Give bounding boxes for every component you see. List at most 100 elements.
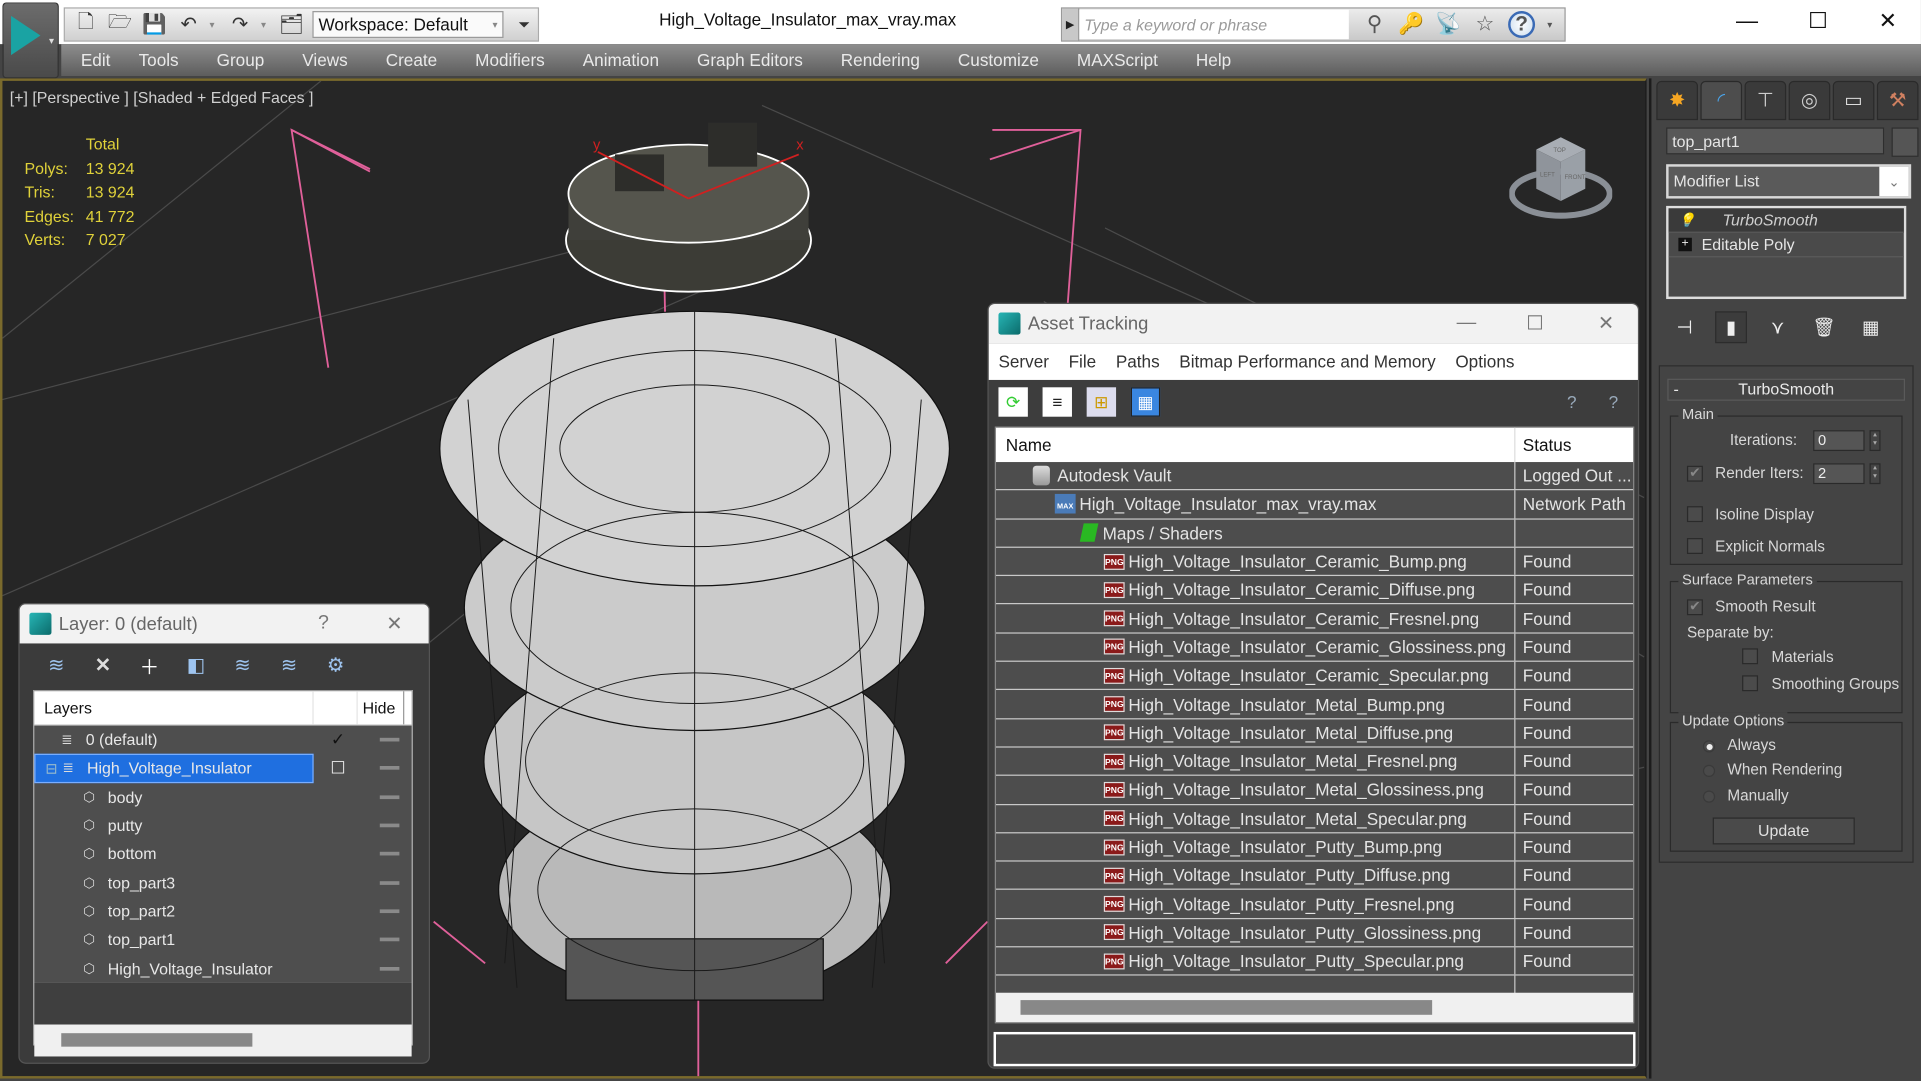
menu-views[interactable]: Views [302, 50, 366, 70]
layer-tree-scrollbar[interactable] [34, 1024, 412, 1057]
scrollbar-thumb[interactable] [61, 1033, 253, 1047]
materials-checkbox[interactable] [1742, 648, 1759, 665]
redo-dropdown-icon[interactable]: ▾ [261, 19, 271, 30]
viewcube[interactable]: TOP LEFT FRONT [1509, 125, 1613, 223]
layer-object-row[interactable]: ⬡ bottom [34, 840, 411, 869]
modify-tab[interactable]: ◜ [1700, 80, 1743, 121]
hide-toggle[interactable] [379, 766, 400, 771]
select-objects-in-layer-icon[interactable]: ◧ [181, 653, 210, 678]
iterations-spinner-arrows[interactable]: ▴ ▾ [1869, 430, 1881, 452]
create-layer-icon[interactable]: ≋ [42, 653, 71, 678]
layer-settings-icon[interactable]: ⚙ [321, 653, 350, 678]
asset-row[interactable]: PNG High_Voltage_Insulator_Ceramic_Glossi… [996, 633, 1634, 662]
hide-toggle[interactable] [379, 909, 400, 913]
highlight-selected-layer-icon[interactable]: ≋ [228, 653, 257, 678]
create-tab[interactable]: ✸ [1656, 80, 1698, 121]
add-to-layer-icon[interactable]: ＋ [135, 651, 164, 680]
asset-row[interactable]: PNG High_Voltage_Insulator_Ceramic_Fresne… [996, 604, 1634, 634]
asset-dialog-titlebar[interactable]: Asset Tracking — ☐ ✕ [988, 303, 1638, 344]
update-manually-radio[interactable] [1702, 790, 1716, 803]
set-current-layer-box[interactable]: ☐ [314, 758, 363, 779]
lightbulb-icon[interactable]: 💡 [1669, 212, 1706, 228]
hide-toggle[interactable] [379, 823, 400, 828]
tree-view-icon[interactable]: ⊞ [1086, 387, 1117, 417]
layer-object-row[interactable]: ⬡ High_Voltage_Insulator [34, 954, 411, 983]
stack-item-turbosmooth[interactable]: 💡 TurboSmooth [1668, 208, 1904, 233]
hide-toggle[interactable] [379, 795, 400, 799]
table-view-icon[interactable]: ▦ [1130, 387, 1161, 417]
collapse-toggle-icon[interactable]: ⊟ [45, 760, 62, 777]
status-column-header[interactable]: Status [1515, 428, 1572, 462]
hide-toggle[interactable] [379, 880, 400, 885]
asset-dialog-close-button[interactable]: ✕ [1582, 304, 1631, 343]
hide-toggle[interactable] [379, 852, 400, 856]
asset-row[interactable]: PNG High_Voltage_Insulator_Metal_Diffuse.… [996, 719, 1634, 748]
layer-name-cell[interactable]: ⬡ bottom [34, 840, 313, 869]
pin-stack-icon[interactable]: ⊣ [1669, 311, 1701, 343]
layer-name-cell[interactable]: ⊟ ≣ High_Voltage_Insulator [34, 754, 314, 783]
menu-group[interactable]: Group [217, 50, 283, 70]
help-icon[interactable]: ? [1508, 11, 1536, 38]
expand-arrow-icon[interactable]: ▶ [1062, 8, 1080, 41]
asset-row[interactable]: PNG High_Voltage_Insulator_Putty_Specular… [996, 947, 1634, 976]
asset-dialog-minimize-button[interactable]: — [1442, 304, 1491, 343]
menu-tools[interactable]: Tools [139, 50, 197, 70]
isoline-display-checkbox[interactable] [1686, 506, 1703, 523]
current-layer-check-icon[interactable]: ✓ [314, 729, 363, 750]
application-menu-button[interactable]: ▾ [2, 2, 59, 79]
viewport-label-menu[interactable]: [+] [Perspective ] [Shaded + Edged Faces… [10, 88, 314, 106]
hide-toggle[interactable] [379, 737, 400, 742]
asset-row[interactable]: PNG High_Voltage_Insulator_Metal_Specular… [996, 804, 1634, 834]
help-button[interactable]: ? [299, 604, 348, 643]
satellite-dish-icon[interactable]: 📡 [1435, 12, 1462, 37]
open-folder-icon[interactable]: 🗁 [107, 12, 134, 37]
new-file-icon[interactable]: 🗋 [72, 12, 99, 37]
asset-row[interactable]: PNG High_Voltage_Insulator_Putty_Diffuse.… [996, 861, 1634, 891]
render-iters-spinner-arrows[interactable]: ▴ ▾ [1869, 463, 1881, 485]
asset-menu-server[interactable]: Server [998, 352, 1049, 372]
layer-object-row[interactable]: ⬡ putty [34, 811, 411, 840]
layer-name-cell[interactable]: ⬡ putty [34, 811, 313, 840]
layer-row[interactable]: ⊟ ≣ High_Voltage_Insulator ☐ [34, 754, 411, 783]
list-view-icon[interactable]: ≡ [1042, 387, 1072, 417]
layer-object-row[interactable]: ⬡ top_part3 [34, 868, 411, 897]
render-iters-checkbox[interactable]: ✔ [1686, 465, 1703, 482]
layer-object-row[interactable]: ⬡ top_part1 [34, 925, 411, 954]
workspace-dropdown[interactable]: Workspace: Default ▾ [312, 11, 504, 38]
asset-row[interactable]: PNG High_Voltage_Insulator_Ceramic_Diffus… [996, 576, 1634, 605]
customize-toolbar-icon[interactable]: ⏷ [511, 12, 538, 37]
context-help-icon[interactable]: ? [1599, 387, 1628, 416]
asset-row[interactable]: PNG High_Voltage_Insulator_Putty_Glossine… [996, 918, 1634, 948]
layers-column-header[interactable]: Layers [34, 691, 314, 725]
layer-name-cell[interactable]: ⬡ top_part2 [34, 897, 313, 926]
asset-menu-file[interactable]: File [1069, 352, 1097, 372]
keyword-search-input[interactable] [1079, 9, 1349, 40]
explicit-normals-checkbox[interactable] [1686, 538, 1703, 554]
asset-row[interactable]: PNG High_Voltage_Insulator_Metal_Fresnel.… [996, 747, 1634, 777]
asset-menu-paths[interactable]: Paths [1116, 352, 1160, 372]
layer-dialog-close-button[interactable]: ✕ [370, 604, 419, 643]
menu-customize[interactable]: Customize [958, 50, 1057, 70]
name-column-header[interactable]: Name [996, 427, 1516, 463]
layer-name-cell[interactable]: ≣ 0 (default) [34, 726, 313, 755]
layer-name-cell[interactable]: ⬡ body [34, 783, 313, 812]
minimize-button[interactable]: — [1711, 0, 1782, 42]
scrollbar-thumb[interactable] [1020, 1000, 1433, 1015]
render-iters-spinner[interactable]: 2 [1813, 463, 1865, 485]
remove-modifier-icon[interactable]: 🗑 [1808, 311, 1840, 343]
menu-rendering[interactable]: Rendering [841, 50, 939, 70]
update-when-rendering-radio[interactable] [1702, 764, 1716, 778]
asset-row[interactable]: PNG High_Voltage_Insulator_Metal_Bump.png… [996, 690, 1634, 720]
undo-dropdown-icon[interactable]: ▾ [209, 19, 219, 30]
favorites-star-icon[interactable]: ☆ [1471, 12, 1498, 37]
layer-object-row[interactable]: ⬡ top_part2 [34, 897, 411, 926]
asset-table-scrollbar[interactable] [996, 992, 1634, 1023]
delete-layer-icon[interactable]: ✕ [88, 653, 117, 678]
binoculars-search-icon[interactable]: ⚲ [1361, 12, 1388, 37]
layer-dialog-titlebar[interactable]: Layer: 0 (default) ? ✕ [19, 604, 429, 644]
hide-toggle[interactable] [379, 937, 400, 942]
asset-row[interactable]: Autodesk Vault Logged Out ... [996, 462, 1634, 491]
expand-plus-icon[interactable]: + [1678, 237, 1692, 252]
refresh-icon[interactable]: ⟳ [998, 387, 1028, 417]
smoothing-groups-checkbox[interactable] [1742, 675, 1759, 692]
